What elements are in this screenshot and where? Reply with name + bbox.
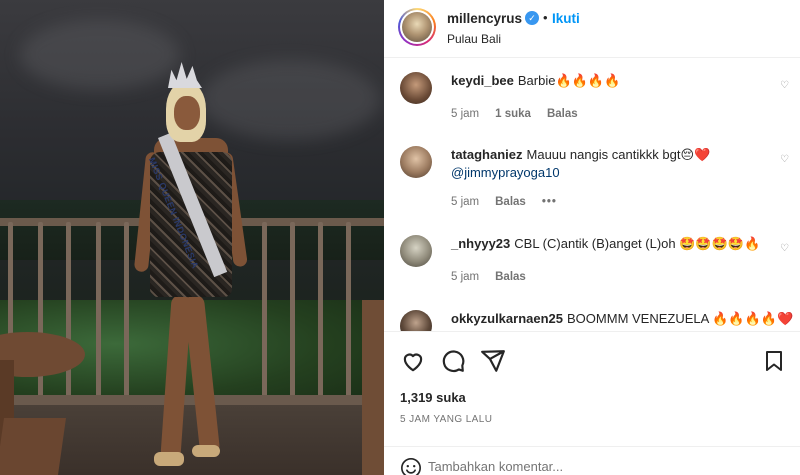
comment-icon[interactable] <box>440 348 466 374</box>
likes-count[interactable]: 1,319 suka <box>400 390 466 405</box>
comment-like-heart-icon[interactable]: ♡ <box>780 80 789 91</box>
follow-button[interactable]: Ikuti <box>552 11 580 26</box>
commenter-avatar[interactable] <box>400 310 432 331</box>
comment-like-heart-icon[interactable]: ♡ <box>780 243 789 254</box>
reply-button[interactable]: Balas <box>495 271 526 283</box>
post-side-panel: millencyrus ✓ • Ikuti Pulau Bali keydi_b… <box>384 0 800 475</box>
wooden-chair <box>0 418 67 475</box>
comment-mention-link[interactable]: @jimmyprayoga10 <box>451 165 560 180</box>
commenter-username[interactable]: _nhyyy23 <box>451 236 510 251</box>
comment-like-heart-icon[interactable]: ♡ <box>780 154 789 165</box>
comment-body: tataghaniez Mauuu nangis cantikkk bgt😔❤️ … <box>451 146 796 182</box>
comment-meta: 5 jam Balas ••• <box>451 196 573 208</box>
share-icon[interactable] <box>480 348 506 374</box>
commenter-avatar[interactable] <box>400 72 432 104</box>
author-username[interactable]: millencyrus <box>447 11 522 26</box>
comment-likes[interactable]: 1 suka <box>495 108 531 120</box>
railing-baluster <box>96 222 101 400</box>
reply-button[interactable]: Balas <box>547 108 578 120</box>
commenter-avatar[interactable] <box>400 146 432 178</box>
comment-text: Mauuu nangis cantikkk bgt😔❤️ <box>526 147 711 162</box>
commenter-username[interactable]: keydi_bee <box>451 73 514 88</box>
comment-text: CBL (C)antik (B)anget (L)oh 🤩🤩🤩🤩🔥 <box>514 236 761 251</box>
shoe <box>192 445 220 457</box>
railing-baluster <box>66 222 71 400</box>
heart-icon[interactable] <box>400 348 426 374</box>
comment-text: BOOMMM VENEZUELA 🔥🔥🔥🔥❤️ <box>567 311 794 326</box>
person-figure: MISS QUEEN INDONESIA <box>130 60 250 475</box>
railing-baluster <box>346 222 351 400</box>
separator-dot: • <box>543 10 548 25</box>
add-comment-bar <box>384 446 800 475</box>
smile-icon[interactable] <box>400 457 422 475</box>
railing-baluster <box>124 222 129 400</box>
wooden-post <box>362 300 384 475</box>
post-header: millencyrus ✓ • Ikuti Pulau Bali <box>384 0 800 58</box>
comments-list[interactable]: keydi_bee Barbie🔥🔥🔥🔥 5 jam 1 suka Balas ♡ t… <box>384 59 800 331</box>
shoe <box>154 452 184 466</box>
comment-options-icon[interactable]: ••• <box>542 196 557 208</box>
bookmark-icon[interactable] <box>762 348 786 374</box>
comment-meta: 5 jam 1 suka Balas <box>451 108 594 120</box>
avatar-border <box>400 10 434 44</box>
leg <box>183 294 221 456</box>
add-comment-input[interactable] <box>428 459 728 474</box>
comment-time[interactable]: 5 jam <box>451 196 479 208</box>
commenter-username[interactable]: tataghaniez <box>451 147 523 162</box>
comment-body: keydi_bee Barbie🔥🔥🔥🔥 <box>451 72 796 90</box>
comment-body: okkyzulkarnaen25 BOOMMM VENEZUELA 🔥🔥🔥🔥❤️ <box>451 310 796 328</box>
author-avatar[interactable] <box>398 8 436 46</box>
railing-baluster <box>262 222 267 400</box>
face <box>174 96 200 130</box>
comment-time[interactable]: 5 jam <box>451 108 479 120</box>
railing-baluster <box>290 222 295 400</box>
crown <box>168 62 202 88</box>
post-actions: 1,319 suka 5 JAM YANG LALU <box>384 331 800 475</box>
comment-body: _nhyyy23 CBL (C)antik (B)anget (L)oh 🤩🤩🤩🤩… <box>451 235 796 253</box>
railing-baluster <box>318 222 323 400</box>
comment-time[interactable]: 5 jam <box>451 271 479 283</box>
post-location[interactable]: Pulau Bali <box>447 32 501 46</box>
reply-button[interactable]: Balas <box>495 196 526 208</box>
verified-badge-icon: ✓ <box>525 11 539 25</box>
comment-meta: 5 jam Balas <box>451 271 542 283</box>
avatar-image <box>402 12 432 42</box>
comment-text: Barbie🔥🔥🔥🔥 <box>517 73 621 88</box>
post-photo[interactable]: MISS QUEEN INDONESIA <box>0 0 384 475</box>
commenter-avatar[interactable] <box>400 235 432 267</box>
post-timestamp: 5 JAM YANG LALU <box>400 414 493 425</box>
commenter-username[interactable]: okkyzulkarnaen25 <box>451 311 563 326</box>
